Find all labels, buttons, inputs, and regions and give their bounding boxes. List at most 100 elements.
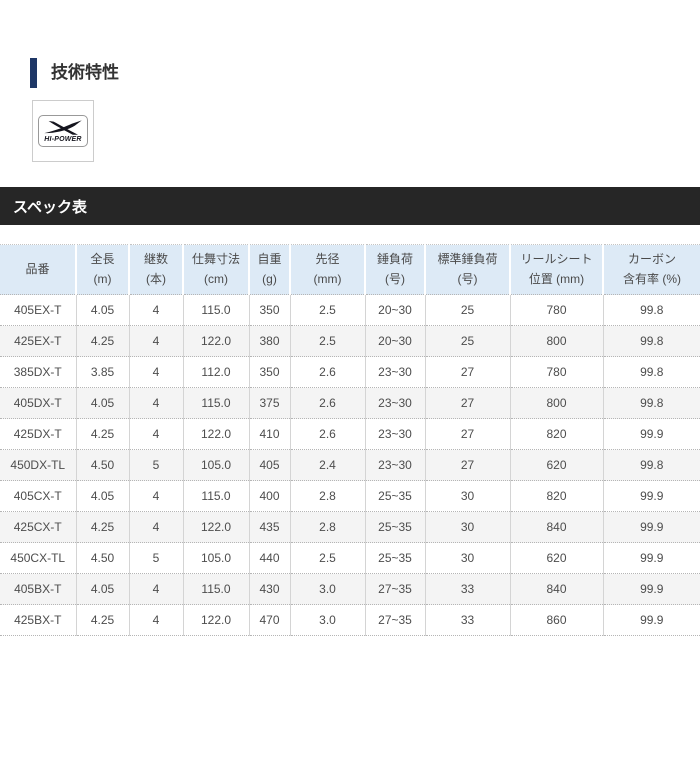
column-header: 品番 xyxy=(0,244,76,295)
table-cell: 99.9 xyxy=(602,480,700,512)
table-cell: 20~30 xyxy=(364,294,425,326)
table-cell: 4 xyxy=(128,387,183,419)
table-cell: 780 xyxy=(509,356,603,388)
table-cell: 2.5 xyxy=(289,542,365,574)
table-cell: 430 xyxy=(248,573,290,605)
table-cell: 23~30 xyxy=(364,387,425,419)
column-header: カーボン 含有率 (%) xyxy=(602,244,700,295)
table-cell: 840 xyxy=(509,573,603,605)
table-cell: 115.0 xyxy=(182,573,249,605)
table-cell: 99.9 xyxy=(602,511,700,543)
model-number-cell: 405DX-T xyxy=(0,387,76,419)
table-cell: 400 xyxy=(248,480,290,512)
table-cell: 620 xyxy=(509,449,603,481)
spec-table-body: 405EX-T 4.05 4 115.0 350 2.5 20~30 25 780 99.8 425… xyxy=(0,294,700,636)
table-cell: 380 xyxy=(248,325,290,357)
table-cell: 5 xyxy=(128,449,183,481)
table-row: 450DX-TL 4.50 5 105.0 405 2.4 23~30 27 620 99.8 xyxy=(0,449,700,481)
table-cell: 25~35 xyxy=(364,480,425,512)
column-header: 継数 (本) xyxy=(128,244,183,295)
table-cell: 780 xyxy=(509,294,603,326)
table-row: 425DX-T 4.25 4 122.0 410 2.6 23~30 27 820 99.9 xyxy=(0,418,700,450)
table-cell: 3.85 xyxy=(75,356,129,388)
table-cell: 440 xyxy=(248,542,290,574)
spec-table-banner: スペック表 xyxy=(0,187,700,225)
hi-power-x-icon xyxy=(44,119,82,135)
table-row: 405CX-T 4.05 4 115.0 400 2.8 25~35 30 820 99.9 xyxy=(0,480,700,512)
table-cell: 23~30 xyxy=(364,449,425,481)
product-spec-page: 技術特性 HI-POWER スペック表 品番 全長 (m) 継数 (本) 仕舞寸法 (… xyxy=(0,58,700,636)
table-cell: 350 xyxy=(248,356,290,388)
table-cell: 30 xyxy=(424,480,510,512)
column-header: 全長 (m) xyxy=(75,244,129,295)
model-number-cell: 425EX-T xyxy=(0,325,76,357)
column-header: 錘負荷 (号) xyxy=(364,244,425,295)
table-cell: 27 xyxy=(424,449,510,481)
table-cell: 4.50 xyxy=(75,542,129,574)
model-number-cell: 405BX-T xyxy=(0,573,76,605)
model-number-cell: 405CX-T xyxy=(0,480,76,512)
table-cell: 115.0 xyxy=(182,480,249,512)
table-cell: 23~30 xyxy=(364,418,425,450)
table-cell: 840 xyxy=(509,511,603,543)
table-cell: 4.25 xyxy=(75,511,129,543)
table-cell: 25 xyxy=(424,294,510,326)
table-cell: 4.05 xyxy=(75,387,129,419)
table-cell: 4.25 xyxy=(75,604,129,636)
table-cell: 122.0 xyxy=(182,325,249,357)
model-number-cell: 385DX-T xyxy=(0,356,76,388)
table-cell: 2.6 xyxy=(289,387,365,419)
spec-table: 品番 全長 (m) 継数 (本) 仕舞寸法 (cm) 自重 (g) 先径 (mm) 錘負荷 … xyxy=(0,244,700,636)
table-cell: 122.0 xyxy=(182,418,249,450)
table-cell: 4.25 xyxy=(75,325,129,357)
table-cell: 2.5 xyxy=(289,325,365,357)
hi-power-label: HI-POWER xyxy=(44,135,82,143)
table-row: 385DX-T 3.85 4 112.0 350 2.6 23~30 27 780 99.8 xyxy=(0,356,700,388)
table-cell: 99.9 xyxy=(602,418,700,450)
table-cell: 2.5 xyxy=(289,294,365,326)
table-cell: 30 xyxy=(424,542,510,574)
table-cell: 4.05 xyxy=(75,294,129,326)
model-number-cell: 405EX-T xyxy=(0,294,76,326)
table-cell: 620 xyxy=(509,542,603,574)
hi-power-badge-inner: HI-POWER xyxy=(38,115,88,147)
table-cell: 405 xyxy=(248,449,290,481)
table-cell: 99.8 xyxy=(602,387,700,419)
hi-power-badge[interactable]: HI-POWER xyxy=(32,100,94,162)
table-row: 425BX-T 4.25 4 122.0 470 3.0 27~35 33 860 99.9 xyxy=(0,604,700,636)
table-row: 405DX-T 4.05 4 115.0 375 2.6 23~30 27 800 99.8 xyxy=(0,387,700,419)
table-cell: 99.8 xyxy=(602,294,700,326)
table-cell: 3.0 xyxy=(289,573,365,605)
table-row: 405EX-T 4.05 4 115.0 350 2.5 20~30 25 780 99.8 xyxy=(0,294,700,326)
table-cell: 3.0 xyxy=(289,604,365,636)
model-number-cell: 425DX-T xyxy=(0,418,76,450)
table-row: 450CX-TL 4.50 5 105.0 440 2.5 25~35 30 620 99.9 xyxy=(0,542,700,574)
column-header: リールシート 位置 (mm) xyxy=(509,244,603,295)
table-cell: 99.8 xyxy=(602,325,700,357)
table-cell: 4 xyxy=(128,480,183,512)
table-cell: 820 xyxy=(509,480,603,512)
column-header: 自重 (g) xyxy=(248,244,290,295)
table-cell: 435 xyxy=(248,511,290,543)
table-cell: 115.0 xyxy=(182,387,249,419)
table-cell: 470 xyxy=(248,604,290,636)
table-cell: 4.25 xyxy=(75,418,129,450)
table-cell: 27~35 xyxy=(364,573,425,605)
table-cell: 27 xyxy=(424,418,510,450)
table-cell: 27 xyxy=(424,387,510,419)
table-cell: 122.0 xyxy=(182,604,249,636)
column-header: 標準錘負荷 (号) xyxy=(424,244,510,295)
table-cell: 4.05 xyxy=(75,480,129,512)
table-cell: 23~30 xyxy=(364,356,425,388)
table-cell: 99.8 xyxy=(602,449,700,481)
table-cell: 800 xyxy=(509,325,603,357)
table-row: 425CX-T 4.25 4 122.0 435 2.8 25~35 30 840 99.9 xyxy=(0,511,700,543)
table-row: 425EX-T 4.25 4 122.0 380 2.5 20~30 25 800 99.8 xyxy=(0,325,700,357)
table-cell: 25~35 xyxy=(364,542,425,574)
table-cell: 2.8 xyxy=(289,511,365,543)
table-cell: 2.4 xyxy=(289,449,365,481)
table-cell: 25~35 xyxy=(364,511,425,543)
column-header: 先径 (mm) xyxy=(289,244,365,295)
model-number-cell: 425CX-T xyxy=(0,511,76,543)
table-cell: 4.50 xyxy=(75,449,129,481)
